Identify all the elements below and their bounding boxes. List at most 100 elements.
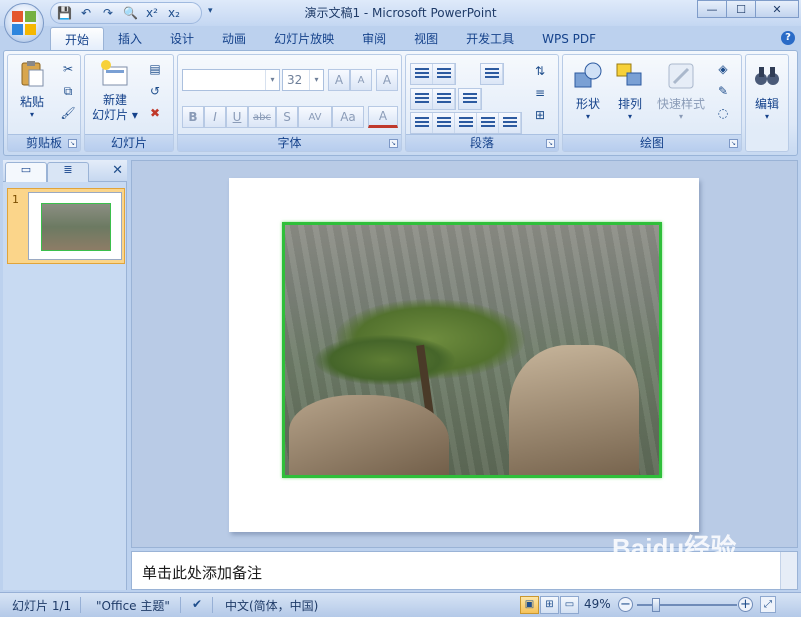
normal-view-button[interactable]: ▣ bbox=[520, 596, 539, 614]
paste-icon bbox=[17, 59, 47, 89]
shrink-font-button[interactable]: A bbox=[350, 69, 372, 91]
tab-slideshow[interactable]: 幻灯片放映 bbox=[260, 27, 348, 51]
align-text-icon[interactable]: ≡ bbox=[530, 83, 550, 103]
shape-fill-icon[interactable]: ◈ bbox=[713, 59, 733, 79]
help-icon[interactable]: ? bbox=[781, 31, 795, 45]
notes-placeholder[interactable]: 单击此处添加备注 bbox=[142, 562, 262, 583]
distribute-icon[interactable] bbox=[499, 113, 521, 133]
thumbnail-picture bbox=[41, 203, 111, 251]
copy-icon[interactable]: ⧉ bbox=[58, 81, 78, 101]
quick-styles-button[interactable]: 快速样式 ▾ bbox=[653, 61, 709, 121]
slides-panel: ▭ ≣ ✕ 1 bbox=[3, 160, 127, 590]
zoom-out-button[interactable]: − bbox=[618, 597, 633, 612]
quick-styles-label: 快速样式 bbox=[656, 97, 705, 111]
reset-icon[interactable]: ↺ bbox=[145, 81, 165, 101]
align-left-icon[interactable] bbox=[411, 113, 433, 133]
align-center-icon[interactable] bbox=[433, 113, 455, 133]
numbering-icon[interactable] bbox=[433, 64, 455, 84]
group-slides: 新建 幻灯片 ▾ ▤ ↺ ✖ 幻灯片 bbox=[84, 54, 174, 152]
zoom-in-button[interactable]: + bbox=[738, 597, 753, 612]
slide-thumbnail[interactable]: 1 bbox=[7, 188, 125, 264]
layout-icon[interactable]: ▤ bbox=[145, 59, 165, 79]
zoom-level[interactable]: 49% bbox=[584, 597, 611, 611]
status-bar: 幻灯片 1/1 "Office 主题" ✔ 中文(简体，中国) ▣ ⊞ ▭ 49… bbox=[0, 592, 801, 617]
slideshow-button[interactable]: ▭ bbox=[560, 596, 579, 614]
slide-thumbnail-number: 1 bbox=[12, 193, 19, 206]
slide-thumbnail-preview bbox=[28, 192, 122, 260]
font-color-button[interactable]: A bbox=[368, 106, 398, 128]
font-name-combo[interactable]: ▾ bbox=[182, 69, 280, 91]
editing-label: 编辑 bbox=[754, 97, 779, 111]
tab-review[interactable]: 审阅 bbox=[348, 27, 400, 51]
watermark-text: Baidu经验 bbox=[612, 533, 737, 563]
slide-canvas[interactable] bbox=[229, 178, 699, 532]
theme-name: "Office 主题" bbox=[96, 599, 170, 613]
quick-styles-icon bbox=[666, 61, 696, 91]
tab-developer[interactable]: 开发工具 bbox=[452, 27, 528, 51]
window-controls: — ☐ ✕ bbox=[697, 0, 799, 18]
drawing-launcher-icon[interactable]: ↘ bbox=[729, 139, 738, 148]
close-button[interactable]: ✕ bbox=[755, 0, 799, 18]
new-slide-button[interactable]: 新建 幻灯片 ▾ bbox=[89, 59, 141, 123]
tab-insert[interactable]: 插入 bbox=[104, 27, 156, 51]
tab-outline-view[interactable]: ≣ bbox=[47, 162, 89, 182]
clear-format-button[interactable]: A bbox=[376, 69, 398, 91]
spellcheck-icon[interactable]: ✔ bbox=[192, 597, 202, 611]
clipboard-launcher-icon[interactable]: ↘ bbox=[68, 139, 77, 148]
decrease-indent-icon[interactable] bbox=[411, 89, 433, 109]
underline-button[interactable]: U bbox=[226, 106, 248, 128]
tab-animations[interactable]: 动画 bbox=[208, 27, 260, 51]
zoom-slider-thumb[interactable] bbox=[652, 598, 660, 612]
close-panel-icon[interactable]: ✕ bbox=[112, 163, 123, 178]
slides-tab-icon: ▭ bbox=[20, 163, 32, 176]
rock-left bbox=[289, 395, 449, 475]
increase-indent-icon[interactable] bbox=[433, 89, 455, 109]
slide-sorter-button[interactable]: ⊞ bbox=[540, 596, 559, 614]
paragraph-launcher-icon[interactable]: ↘ bbox=[546, 139, 555, 148]
strikethrough-button[interactable]: abc bbox=[248, 106, 276, 128]
justify-icon[interactable] bbox=[477, 113, 499, 133]
maximize-button[interactable]: ☐ bbox=[726, 0, 756, 18]
align-buttons bbox=[410, 112, 522, 134]
notes-scrollbar[interactable] bbox=[780, 552, 797, 589]
group-paragraph: ⇅ ≡ ⊞ 段落 ↘ bbox=[405, 54, 559, 152]
fit-to-window-button[interactable]: ⤢ bbox=[760, 596, 776, 613]
delete-slide-icon[interactable]: ✖ bbox=[145, 103, 165, 123]
font-size-combo[interactable]: 32 ▾ bbox=[282, 69, 324, 91]
align-right-icon[interactable] bbox=[455, 113, 477, 133]
change-case-button[interactable]: Aa bbox=[332, 106, 364, 128]
line-spacing-icon[interactable] bbox=[481, 64, 503, 84]
format-painter-icon[interactable]: 🖌 bbox=[58, 103, 78, 123]
indent-buttons bbox=[410, 88, 456, 110]
shadow-button[interactable]: S bbox=[276, 106, 298, 128]
tab-slides-view[interactable]: ▭ bbox=[5, 162, 47, 182]
columns-icon[interactable] bbox=[459, 89, 481, 109]
font-size-dropdown-icon[interactable]: ▾ bbox=[309, 70, 323, 90]
smartart-icon[interactable]: ⊞ bbox=[530, 105, 550, 125]
minimize-button[interactable]: — bbox=[697, 0, 727, 18]
tab-home[interactable]: 开始 bbox=[50, 27, 105, 51]
editing-button[interactable]: 编辑 ▾ bbox=[748, 61, 786, 121]
shapes-button[interactable]: 形状 ▾ bbox=[569, 61, 607, 121]
shape-effects-icon[interactable]: ◌ bbox=[713, 103, 733, 123]
tab-view[interactable]: 视图 bbox=[400, 27, 452, 51]
office-button[interactable] bbox=[4, 3, 44, 43]
paste-button[interactable]: 粘贴 ▾ bbox=[12, 59, 52, 119]
window-title: 演示文稿1 - Microsoft PowerPoint bbox=[304, 6, 497, 20]
text-direction-icon[interactable]: ⇅ bbox=[530, 61, 550, 81]
tab-design[interactable]: 设计 bbox=[156, 27, 208, 51]
font-launcher-icon[interactable]: ↘ bbox=[389, 139, 398, 148]
font-name-dropdown-icon[interactable]: ▾ bbox=[265, 70, 279, 90]
italic-button[interactable]: I bbox=[204, 106, 226, 128]
columns-group bbox=[458, 88, 482, 110]
char-spacing-button[interactable]: AV bbox=[298, 106, 332, 128]
bold-button[interactable]: B bbox=[182, 106, 204, 128]
slide-picture[interactable] bbox=[282, 222, 662, 478]
shape-outline-icon[interactable]: ✎ bbox=[713, 81, 733, 101]
grow-font-button[interactable]: A bbox=[328, 69, 350, 91]
arrange-button[interactable]: 排列 ▾ bbox=[611, 61, 649, 121]
slide-editing-area bbox=[131, 160, 798, 548]
cut-icon[interactable]: ✂ bbox=[58, 59, 78, 79]
tab-wps-pdf[interactable]: WPS PDF bbox=[528, 27, 610, 51]
bullets-icon[interactable] bbox=[411, 64, 433, 84]
